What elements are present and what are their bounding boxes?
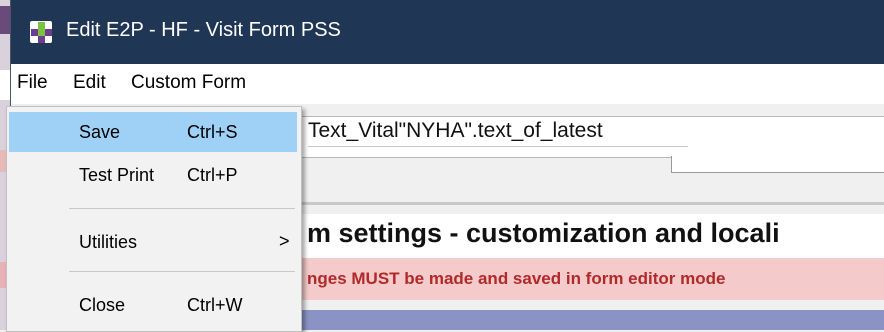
- menu-edit[interactable]: Edit: [73, 72, 106, 94]
- menu-item-shortcut: Ctrl+P: [187, 165, 238, 185]
- menu-item-utilities[interactable]: Utilities >: [9, 222, 297, 262]
- section-divider: [301, 202, 884, 205]
- file-menu-dropdown: Save Ctrl+S Test Print Ctrl+P Utilities …: [6, 106, 302, 332]
- menu-item-shortcut: Ctrl+S: [187, 122, 238, 142]
- field-sub-box[interactable]: [671, 156, 884, 173]
- field-expression: Text_Vital"NYHA".text_of_latest: [308, 119, 603, 142]
- app-logo-icon: [30, 21, 52, 43]
- menu-separator: [69, 271, 295, 272]
- menu-item-label: Close: [79, 295, 126, 315]
- menu-custom-form[interactable]: Custom Form: [131, 72, 246, 94]
- settings-heading-band: m settings - customization and locali: [301, 214, 884, 258]
- settings-heading: m settings - customization and locali: [307, 218, 780, 248]
- menu-item-close[interactable]: Close Ctrl+W: [9, 285, 297, 325]
- background-window-fragment: [0, 6, 10, 34]
- warning-band: nges MUST be made and saved in form edit…: [301, 258, 884, 300]
- field-text-box[interactable]: Text_Vital"NYHA".text_of_latest: [301, 116, 884, 158]
- warning-text: nges MUST be made and saved in form edit…: [307, 269, 726, 288]
- menu-bar: File Edit Custom Form: [11, 64, 884, 104]
- menu-file[interactable]: File: [17, 72, 48, 94]
- background-window-fragment: [0, 70, 10, 100]
- field-underline: [308, 146, 688, 147]
- menu-item-shortcut: Ctrl+W: [187, 295, 243, 315]
- title-bar[interactable]: Edit E2P - HF - Visit Form PSS: [11, 0, 884, 64]
- menu-item-label: Test Print: [79, 165, 155, 185]
- menu-separator: [69, 208, 295, 209]
- blue-section-band: [301, 310, 884, 330]
- menu-item-save[interactable]: Save Ctrl+S: [9, 112, 297, 152]
- menu-item-label: Utilities: [79, 232, 138, 252]
- menu-item-test-print[interactable]: Test Print Ctrl+P: [9, 155, 297, 195]
- chevron-right-icon: >: [279, 231, 290, 251]
- menu-item-label: Save: [79, 122, 121, 142]
- window-title: Edit E2P - HF - Visit Form PSS: [66, 19, 341, 41]
